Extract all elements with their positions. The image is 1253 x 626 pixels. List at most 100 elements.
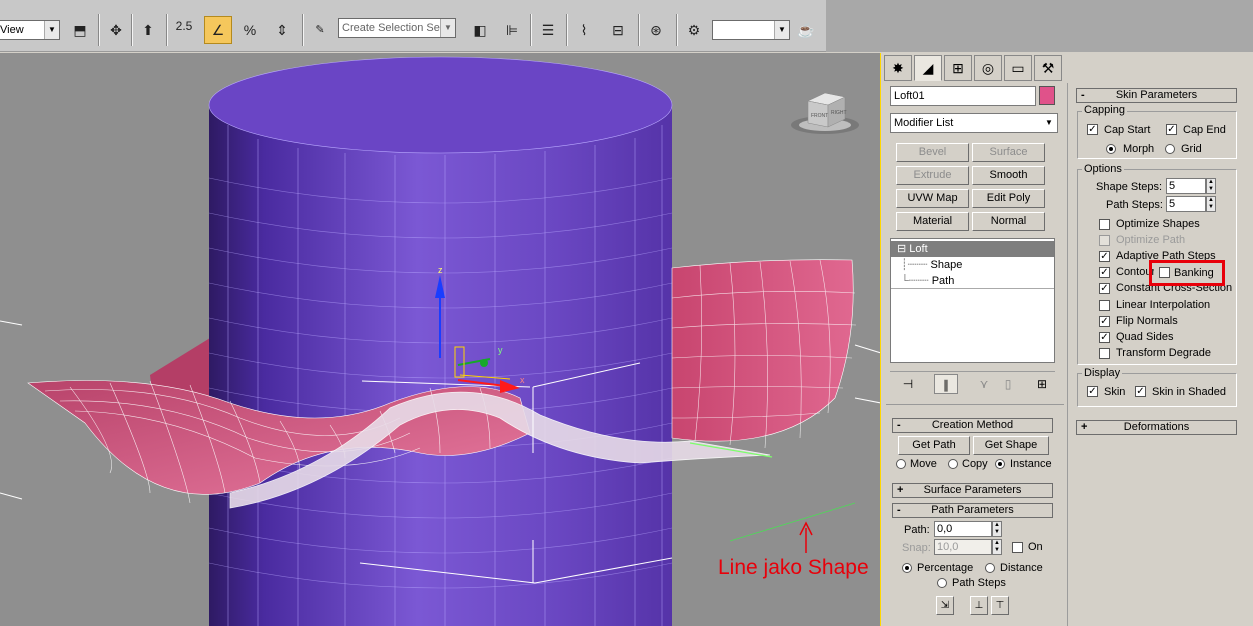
chevron-down-icon[interactable]: ▼	[1041, 114, 1057, 132]
previous-shape-icon[interactable]: ⊥	[970, 596, 988, 615]
creation-method-rollout[interactable]: - Creation Method	[892, 418, 1053, 433]
percent-snap-icon[interactable]: %	[236, 16, 264, 44]
get-path-button[interactable]: Get Path	[898, 436, 970, 455]
option-checkbox-linear-interpolation[interactable]	[1099, 299, 1110, 311]
copy-radio[interactable]	[948, 459, 958, 469]
align-icon[interactable]: ⬆	[134, 16, 162, 44]
object-color-swatch[interactable]	[1039, 86, 1055, 105]
modifier-button-material[interactable]: Material	[896, 212, 969, 231]
chevron-down-icon[interactable]: ▼	[440, 19, 455, 37]
collapse-icon[interactable]: -	[897, 504, 901, 517]
remove-modifier-icon[interactable]: ▯	[996, 374, 1020, 394]
curve-editor-icon[interactable]: ⌇	[570, 16, 598, 44]
morph-radio[interactable]	[1106, 144, 1116, 154]
modifier-button-surface[interactable]: Surface	[972, 143, 1045, 162]
option-checkbox-optimize-shapes[interactable]	[1099, 219, 1110, 230]
pin-stack-icon[interactable]: ⊣	[896, 374, 920, 394]
layer-icon[interactable]: ☰	[534, 16, 562, 44]
spinner-arrows-icon[interactable]: ▲ ▼	[1206, 178, 1216, 194]
viewcube[interactable]: FRONT RIGHT	[790, 89, 860, 137]
option-checkbox-constant-cross-section[interactable]: ✓	[1099, 283, 1110, 295]
path-spinner-field[interactable]: 0,0	[934, 521, 992, 537]
option-checkbox-adaptive-path-steps[interactable]: ✓	[1099, 251, 1110, 263]
configure-modifier-sets-icon[interactable]: ⊞	[1030, 374, 1054, 394]
expand-icon[interactable]: +	[897, 484, 903, 497]
mirror-icon[interactable]: ◧	[466, 16, 494, 44]
show-end-result-icon[interactable]: ∥	[934, 374, 958, 394]
skin-parameters-rollout[interactable]: - Skin Parameters	[1076, 88, 1237, 103]
edit-named-selection-icon[interactable]: ✎	[306, 16, 334, 44]
snap-spinner-field[interactable]: 10,0	[934, 539, 992, 555]
surface-parameters-rollout[interactable]: + Surface Parameters	[892, 483, 1053, 498]
modifier-button-smooth[interactable]: Smooth	[972, 166, 1045, 185]
get-shape-button[interactable]: Get Shape	[973, 436, 1049, 455]
motion-tab-icon[interactable]: ◎	[974, 55, 1002, 81]
utilities-tab-icon[interactable]: ⚒	[1034, 55, 1062, 81]
schematic-icon[interactable]: ⊟	[604, 16, 632, 44]
spinner-snap-icon[interactable]: ⇕	[268, 16, 296, 44]
modifier-button-edit-poly[interactable]: Edit Poly	[972, 189, 1045, 208]
create-tab-icon[interactable]: ✸	[884, 55, 912, 81]
angle-snap-icon[interactable]: ∠	[204, 16, 232, 44]
chevron-down-icon[interactable]: ▼	[774, 21, 789, 39]
toolbar-separator	[131, 14, 133, 46]
skin-checkbox[interactable]: ✓	[1087, 386, 1098, 397]
snap-on-checkbox[interactable]	[1012, 542, 1023, 553]
modifier-stack[interactable]: ⊟ Loft ┊┄┄┄ Shape └┄┄┄ Path	[890, 238, 1055, 363]
percentage-radio[interactable]	[902, 563, 912, 573]
collapse-icon[interactable]: -	[1081, 89, 1085, 102]
material-editor-icon[interactable]: ⊛	[642, 16, 670, 44]
render-setup-icon[interactable]: ⚙	[680, 16, 708, 44]
selection-set-dropdown[interactable]: Create Selection Se ▼	[338, 18, 456, 38]
collapse-icon[interactable]: ⊟	[897, 243, 906, 255]
move-radio[interactable]	[896, 459, 906, 469]
stack-item-loft[interactable]: ⊟ Loft	[891, 241, 1054, 257]
option-checkbox-optimize-path[interactable]	[1099, 235, 1110, 247]
stack-item-shape[interactable]: ┊┄┄┄ Shape	[891, 257, 1054, 273]
option-checkbox-flip-normals[interactable]: ✓	[1099, 315, 1110, 327]
next-shape-icon[interactable]: ⊤	[991, 596, 1009, 615]
collapse-icon[interactable]: -	[897, 419, 901, 432]
modifier-button-normal[interactable]: Normal	[972, 212, 1045, 231]
skin-in-shaded-checkbox[interactable]: ✓	[1135, 386, 1146, 397]
render-preset-dropdown[interactable]: ▼	[712, 20, 790, 40]
object-name-field[interactable]: Loft01	[890, 86, 1036, 106]
align-tool-icon[interactable]: ⊫	[498, 16, 526, 44]
option-checkbox-transform-degrade[interactable]	[1099, 347, 1110, 359]
make-unique-icon[interactable]: ⋎	[972, 374, 996, 394]
perspective-viewport[interactable]: z x y FRONT RIGHT Line jako Shape	[0, 53, 881, 626]
stack-item-path[interactable]: └┄┄┄ Path	[891, 273, 1054, 289]
modifier-button-bevel[interactable]: Bevel	[896, 143, 969, 162]
deformations-rollout[interactable]: + Deformations	[1076, 420, 1237, 435]
modifier-button-extrude[interactable]: Extrude	[896, 166, 969, 185]
snap-icon[interactable]: 2.5	[170, 16, 198, 44]
spinner-arrows-icon[interactable]: ▲ ▼	[992, 539, 1002, 555]
grid-radio[interactable]	[1165, 144, 1175, 154]
distance-radio[interactable]	[985, 563, 995, 573]
pick-shape-icon[interactable]: ⇲	[936, 596, 954, 615]
cap-start-checkbox[interactable]: ✓	[1087, 124, 1098, 135]
move-icon[interactable]: ✥	[102, 16, 130, 44]
option-checkbox-quad-sides[interactable]: ✓	[1099, 331, 1110, 343]
chevron-down-icon[interactable]: ▼	[44, 21, 59, 39]
modifier-button-uvw-map[interactable]: UVW Map	[896, 189, 969, 208]
view-dropdown[interactable]: View ▼	[0, 20, 60, 40]
modifier-list-dropdown[interactable]: Modifier List ▼	[890, 113, 1058, 133]
path-parameters-rollout[interactable]: - Path Parameters	[892, 503, 1053, 518]
cap-end-checkbox[interactable]: ✓	[1166, 124, 1177, 135]
path-steps-radio[interactable]	[937, 578, 947, 588]
select-link-icon[interactable]: ⬒	[66, 16, 94, 44]
path-steps-field[interactable]: 5	[1166, 196, 1206, 212]
instance-radio[interactable]	[995, 459, 1005, 469]
spinner-arrows-icon[interactable]: ▲ ▼	[1206, 196, 1216, 212]
capping-label: Capping	[1082, 104, 1127, 116]
display-tab-icon[interactable]: ▭	[1004, 55, 1032, 81]
spinner-arrows-icon[interactable]: ▲ ▼	[992, 521, 1002, 537]
hierarchy-tab-icon[interactable]: ⊞	[944, 55, 972, 81]
expand-icon[interactable]: +	[1081, 421, 1087, 434]
option-checkbox-contour[interactable]: ✓	[1099, 267, 1110, 279]
teapot-icon[interactable]: ☕	[792, 16, 820, 44]
shape-steps-field[interactable]: 5	[1166, 178, 1206, 194]
rollout-title: Path Parameters	[931, 504, 1014, 516]
modify-tab-icon[interactable]: ◢	[914, 55, 942, 81]
